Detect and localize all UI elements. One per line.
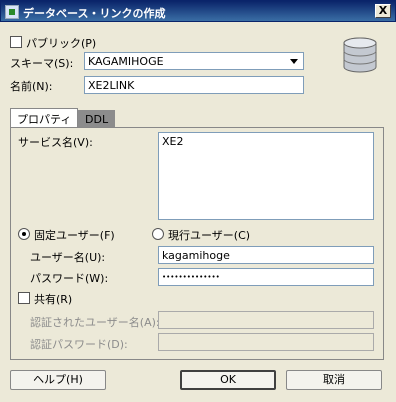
- ok-button[interactable]: OK: [180, 370, 276, 390]
- username-label: ユーザー名(U):: [30, 251, 106, 264]
- database-icon: [343, 37, 377, 73]
- shared-checkbox[interactable]: [18, 292, 30, 304]
- schema-label: スキーマ(S):: [10, 57, 74, 70]
- title-bar: データベース・リンクの作成 X: [0, 0, 396, 22]
- public-label: パブリック(P): [26, 37, 97, 50]
- help-button[interactable]: ヘルプ(H): [10, 370, 106, 390]
- public-checkbox[interactable]: [10, 36, 22, 48]
- cancel-button[interactable]: 取消: [286, 370, 382, 390]
- schema-select[interactable]: KAGAMIHOGE: [84, 52, 304, 70]
- auth-password-label: 認証パスワード(D):: [30, 338, 128, 351]
- auth-user-field: [158, 311, 374, 329]
- name-label: 名前(N):: [10, 80, 53, 93]
- fixed-user-radio[interactable]: [18, 228, 30, 240]
- service-name-label: サービス名(V):: [18, 136, 93, 149]
- chevron-down-icon[interactable]: [287, 55, 301, 67]
- tab-ddl[interactable]: DDL: [78, 110, 116, 128]
- close-button[interactable]: X: [375, 4, 391, 18]
- current-user-label: 現行ユーザー(C): [168, 229, 251, 242]
- auth-password-field: [158, 333, 374, 351]
- password-field[interactable]: ••••••••••••••: [158, 268, 374, 286]
- current-user-radio[interactable]: [152, 228, 164, 240]
- username-field[interactable]: kagamihoge: [158, 246, 374, 264]
- auth-user-label: 認証されたユーザー名(A):: [30, 316, 160, 329]
- fixed-user-label: 固定ユーザー(F): [34, 229, 115, 242]
- service-name-textarea[interactable]: XE2: [158, 132, 374, 220]
- schema-select-value: KAGAMIHOGE: [88, 55, 164, 68]
- database-link-icon: [5, 5, 19, 19]
- tab-properties[interactable]: プロパティ: [10, 108, 79, 128]
- window-title: データベース・リンクの作成: [23, 7, 166, 20]
- shared-label: 共有(R): [34, 293, 73, 306]
- name-field[interactable]: XE2LINK: [84, 76, 304, 94]
- password-label: パスワード(W):: [30, 272, 109, 285]
